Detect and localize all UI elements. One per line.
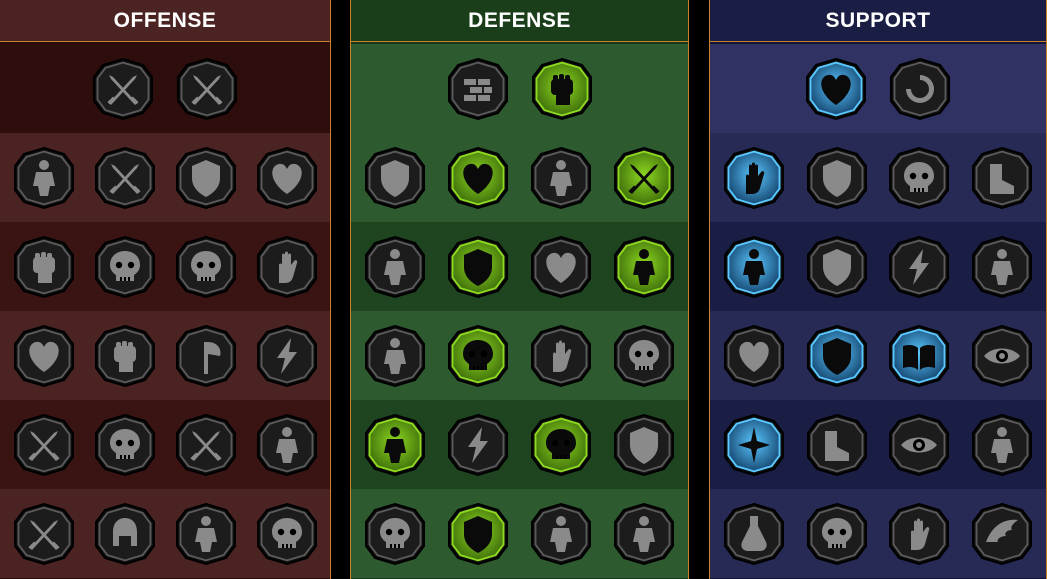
- praying-hands-icon[interactable]: [722, 146, 786, 210]
- claw-spikes-icon[interactable]: [446, 413, 510, 477]
- winged-shield-icon[interactable]: [446, 502, 510, 566]
- offense-row-5: [0, 489, 330, 578]
- spiral-arrows-icon[interactable]: [888, 57, 952, 121]
- strong-man-icon[interactable]: [612, 502, 676, 566]
- hourglass-skull-icon[interactable]: [446, 324, 510, 388]
- defense-row-4: [351, 400, 688, 489]
- offense-row-3: [0, 311, 330, 400]
- defense-header: DEFENSE: [351, 0, 688, 42]
- comet-shield-icon[interactable]: [805, 324, 869, 388]
- offense-row-2: [0, 222, 330, 311]
- horned-demon-icon[interactable]: [12, 146, 76, 210]
- shield-arrows-icon[interactable]: [174, 146, 238, 210]
- layered-shield-icon[interactable]: [363, 146, 427, 210]
- crossed-swords-sparkle-icon[interactable]: [91, 57, 155, 121]
- lightning-chains-icon[interactable]: [255, 324, 319, 388]
- support-row-5: [710, 489, 1046, 578]
- skull-burst-icon[interactable]: [174, 235, 238, 299]
- speeding-boot-icon[interactable]: [970, 146, 1034, 210]
- support-header: SUPPORT: [710, 0, 1046, 42]
- radiant-skull-icon[interactable]: [529, 413, 593, 477]
- support-row-1: [710, 133, 1046, 222]
- bull-head-icon[interactable]: [612, 324, 676, 388]
- sword-heart-icon[interactable]: [12, 324, 76, 388]
- crossed-blades-icon[interactable]: [612, 146, 676, 210]
- spinning-shield-icon[interactable]: [612, 413, 676, 477]
- shield-rings-icon[interactable]: [805, 146, 869, 210]
- raised-fist-icon[interactable]: [530, 57, 594, 121]
- gripping-hand-icon[interactable]: [887, 502, 951, 566]
- knight-helmet-icon[interactable]: [93, 502, 157, 566]
- open-palm-icon[interactable]: [529, 324, 593, 388]
- broken-heart-icon[interactable]: [255, 146, 319, 210]
- deflect-figure-icon[interactable]: [363, 235, 427, 299]
- heart-sparkle-icon[interactable]: [804, 57, 868, 121]
- angry-eyes-icon[interactable]: [970, 324, 1034, 388]
- muscular-warrior-icon[interactable]: [529, 146, 593, 210]
- support-column: SUPPORT: [709, 0, 1047, 579]
- slashing-blades-icon[interactable]: [175, 57, 239, 121]
- support-row-3: [710, 311, 1046, 400]
- winged-boot-icon[interactable]: [805, 413, 869, 477]
- defense-row-5: [351, 489, 688, 578]
- sparkle-swords-icon[interactable]: [12, 502, 76, 566]
- screaming-skull-icon[interactable]: [805, 502, 869, 566]
- compass-star-icon[interactable]: [722, 413, 786, 477]
- flexing-warrior-icon[interactable]: [255, 413, 319, 477]
- chained-heart-icon[interactable]: [722, 324, 786, 388]
- flaming-skull-icon[interactable]: [887, 146, 951, 210]
- monster-jaws-icon[interactable]: [93, 235, 157, 299]
- defense-row-3: [351, 311, 688, 400]
- brick-wall-icon[interactable]: [446, 57, 510, 121]
- blessing-figure-icon[interactable]: [722, 235, 786, 299]
- shadow-figures-icon[interactable]: [970, 235, 1034, 299]
- crowd-icon[interactable]: [363, 324, 427, 388]
- crowned-skull-icon[interactable]: [255, 502, 319, 566]
- defense-row-1: [351, 133, 688, 222]
- support-row-2: [710, 222, 1046, 311]
- support-top-row: [710, 44, 1046, 133]
- bearded-warrior-icon[interactable]: [529, 502, 593, 566]
- offense-column: OFFENSE: [0, 0, 331, 579]
- dashing-runner-icon[interactable]: [363, 413, 427, 477]
- sword-strike-icon[interactable]: [93, 146, 157, 210]
- grabbing-hand-icon[interactable]: [255, 235, 319, 299]
- heart-icon[interactable]: [529, 235, 593, 299]
- offense-row-1: [0, 133, 330, 222]
- offense-header: OFFENSE: [0, 0, 330, 42]
- aura-warrior-icon[interactable]: [612, 235, 676, 299]
- all-seeing-eye-icon[interactable]: [887, 413, 951, 477]
- offense-row-4: [0, 400, 330, 489]
- explosion-blades-icon[interactable]: [12, 413, 76, 477]
- heart-vial-icon[interactable]: [446, 146, 510, 210]
- skull-pile-icon[interactable]: [93, 413, 157, 477]
- eagle-head-icon[interactable]: [970, 502, 1034, 566]
- fist-hammer-icon[interactable]: [93, 324, 157, 388]
- poison-flask-icon[interactable]: [722, 502, 786, 566]
- knight-shield-icon[interactable]: [446, 235, 510, 299]
- axe-icon[interactable]: [174, 324, 238, 388]
- defense-column: DEFENSE: [350, 0, 689, 579]
- cracked-ground-icon[interactable]: [887, 235, 951, 299]
- horned-beast-icon[interactable]: [174, 502, 238, 566]
- defense-top-row: [351, 44, 688, 133]
- offense-top-row: [0, 44, 330, 133]
- lightning-shield-icon[interactable]: [805, 235, 869, 299]
- fist-impact-icon[interactable]: [12, 235, 76, 299]
- dagger-circle-icon[interactable]: [174, 413, 238, 477]
- defense-row-2: [351, 222, 688, 311]
- skeleton-banner-icon[interactable]: [970, 413, 1034, 477]
- support-row-4: [710, 400, 1046, 489]
- open-book-icon[interactable]: [887, 324, 951, 388]
- armored-skull-icon[interactable]: [363, 502, 427, 566]
